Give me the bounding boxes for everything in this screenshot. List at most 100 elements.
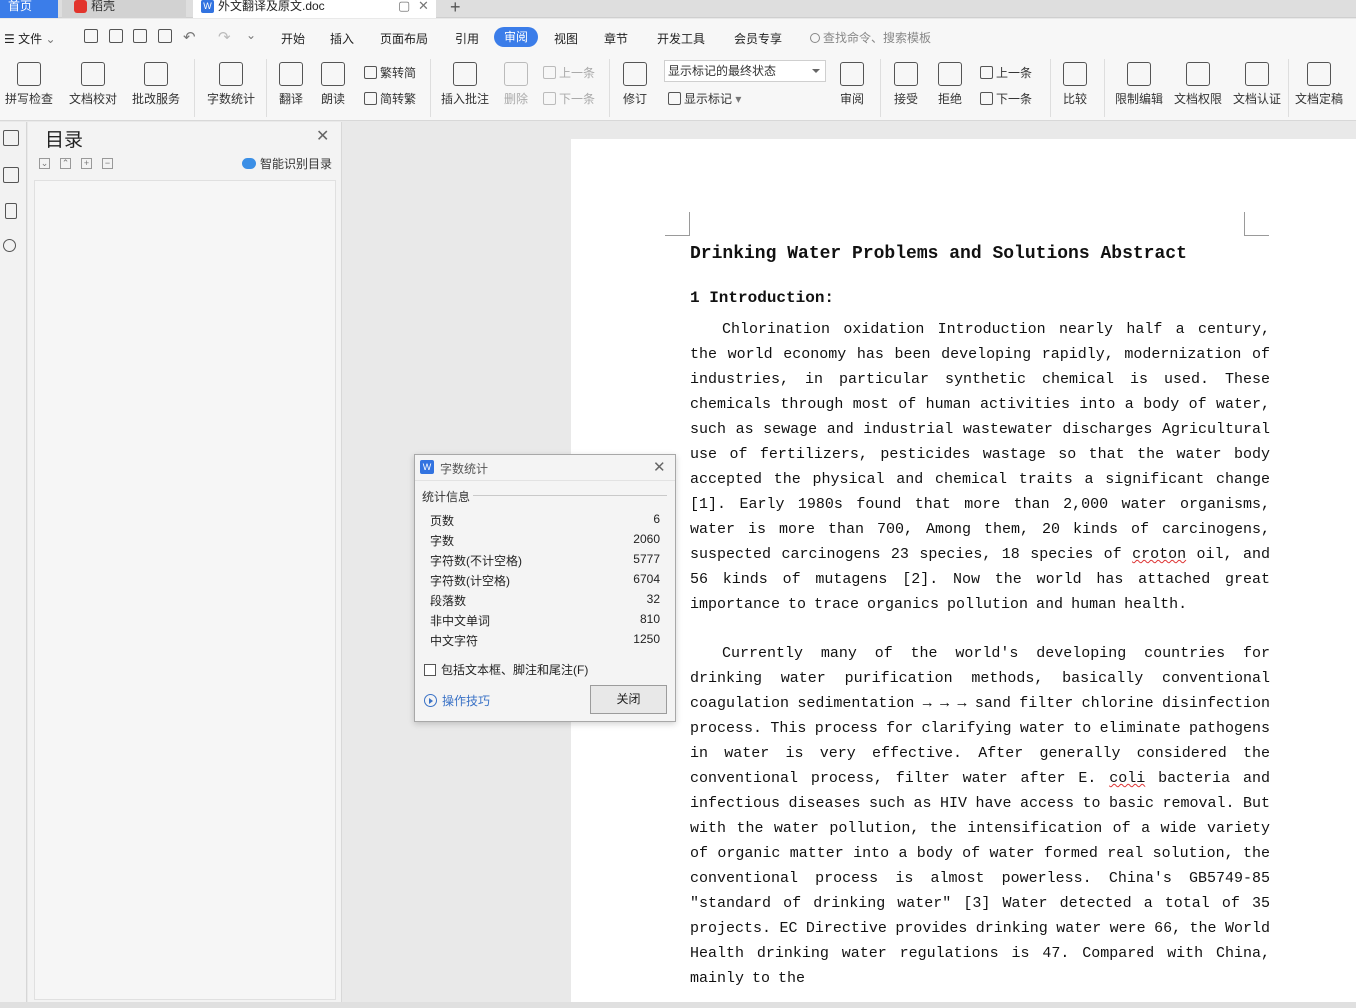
close-icon[interactable]: ✕ [653, 458, 666, 476]
print-icon[interactable] [133, 29, 147, 43]
doc-proof-label: 文档校对 [68, 92, 117, 106]
menu-page-layout[interactable]: 页面布局 [380, 30, 428, 47]
read-aloud-button[interactable]: 朗读 [316, 55, 350, 121]
checkbox-icon [424, 664, 436, 676]
include-textbox-checkbox[interactable]: 包括文本框、脚注和尾注(F) [424, 661, 588, 678]
chapter-nav-icon[interactable] [3, 167, 19, 183]
tab-home[interactable]: 首页 [0, 0, 58, 18]
track-changes-label: 修订 [622, 92, 647, 106]
toc-view-icon[interactable] [3, 130, 19, 146]
undo-icon[interactable]: ↶ [183, 28, 196, 46]
ribbon-separator [1050, 59, 1051, 117]
menu-developer[interactable]: 开发工具 [657, 30, 705, 47]
restrict-edit-label: 限制编辑 [1114, 92, 1163, 106]
next-change-button[interactable]: 下一条 [980, 90, 1032, 107]
doc-finalize-label: 文档定稿 [1294, 92, 1343, 106]
expand-all-icon[interactable]: ⌄ [39, 158, 50, 169]
export-pdf-icon[interactable] [109, 29, 123, 43]
menu-view[interactable]: 视图 [554, 30, 578, 47]
play-circle-icon [424, 694, 437, 707]
doc-certify-button[interactable]: 文档认证 [1231, 55, 1283, 121]
menu-start[interactable]: 开始 [281, 30, 305, 47]
bookmark-icon[interactable] [5, 203, 17, 219]
paragraph-text: bacteria and infectious diseases such as… [690, 770, 1270, 987]
stat-row: 字数 2060 [430, 528, 660, 548]
pin-tab-icon[interactable]: ▢ [398, 0, 410, 12]
accept-label: 接受 [893, 92, 918, 106]
print-preview-icon[interactable] [158, 29, 172, 43]
compare-button[interactable]: 比较 [1057, 55, 1093, 121]
menu-references[interactable]: 引用 [455, 30, 479, 47]
stat-row: 中文字符 1250 [430, 628, 660, 648]
menu-insert[interactable]: 插入 [330, 30, 354, 47]
tips-link[interactable]: 操作技巧 [424, 692, 490, 709]
spelling-error: coli [1109, 770, 1146, 787]
command-search[interactable]: 查找命令、搜索模板 [810, 29, 931, 46]
status-bar [0, 1002, 1356, 1008]
show-markup-button[interactable]: 显示标记 ▾ [668, 90, 741, 107]
redo-icon[interactable]: ↷ [218, 28, 231, 46]
doc-permission-button[interactable]: 文档权限 [1172, 55, 1224, 121]
dialog-title-bar[interactable]: W 字数统计 ✕ [415, 455, 675, 481]
doc-proof-button[interactable]: 文档校对 [66, 55, 120, 121]
simp-to-trad-button[interactable]: 简转繁 [364, 90, 416, 107]
document-page[interactable]: Drinking Water Problems and Solutions Ab… [571, 139, 1356, 1008]
save-icon[interactable] [84, 29, 98, 43]
next-comment-button[interactable]: 下一条 [543, 90, 595, 107]
menu-member[interactable]: 会员专享 [734, 30, 782, 47]
review-ribbon: 拼写检查 文档校对 批改服务 字数统计 翻译 朗读 繁转简 简转繁 插入批注 删… [0, 55, 1356, 121]
tab-document-label: 外文翻译及原文.doc [218, 0, 325, 13]
insert-comment-icon [453, 62, 477, 86]
search-icon [810, 33, 820, 43]
menu-review[interactable]: 审阅 [494, 27, 538, 47]
translate-button[interactable]: 翻译 [272, 55, 310, 121]
doc-finalize-button[interactable]: 文档定稿 [1293, 55, 1345, 121]
review-pane-icon [840, 62, 864, 86]
stat-label: 中文字符 [430, 634, 479, 648]
accept-button[interactable]: 接受 [888, 55, 924, 121]
trad-to-simp-label: 繁转简 [380, 66, 417, 80]
markup-mode-select[interactable]: 显示标记的最终状态 [664, 60, 826, 82]
new-tab-icon[interactable]: + [450, 0, 461, 18]
quick-access-dropdown-icon[interactable]: ⌄ [246, 28, 256, 42]
add-level-icon[interactable]: + [81, 158, 92, 169]
smart-toc-button[interactable]: 智能识别目录 [242, 155, 332, 172]
dialog-title: 字数统计 [440, 462, 489, 476]
insert-comment-button[interactable]: 插入批注 [438, 55, 492, 121]
prev-change-label: 上一条 [996, 66, 1033, 80]
read-aloud-label: 朗读 [320, 92, 345, 106]
review-service-button[interactable]: 批改服务 [126, 55, 186, 121]
track-changes-button[interactable]: 修订 [616, 55, 654, 121]
trad-to-simp-button[interactable]: 繁转简 [364, 64, 416, 81]
review-pane-button[interactable]: 审阅 [832, 55, 872, 121]
stats-group-label: 统计信息 [422, 490, 471, 504]
stat-row: 页数 6 [430, 508, 660, 528]
collapse-all-icon[interactable]: ⌃ [60, 158, 71, 169]
prev-change-button[interactable]: 上一条 [980, 64, 1032, 81]
delete-comment-button[interactable]: 删除 [498, 55, 534, 121]
restrict-edit-button[interactable]: 限制编辑 [1113, 55, 1165, 121]
close-tab-icon[interactable]: ✕ [418, 0, 429, 12]
close-icon[interactable]: ✕ [316, 126, 329, 146]
accept-icon [894, 62, 918, 86]
prev-comment-button[interactable]: 上一条 [543, 64, 595, 81]
close-button[interactable]: 关闭 [590, 685, 667, 714]
file-menu[interactable]: ☰ 文件 ⌄ [4, 30, 56, 47]
stat-value: 6704 [633, 572, 660, 586]
document-title: Drinking Water Problems and Solutions Ab… [690, 244, 1187, 264]
search-icon[interactable] [3, 239, 16, 252]
paragraph-text: Currently many of the world's developing… [690, 645, 1270, 787]
tab-docer[interactable]: 稻壳 [62, 0, 186, 18]
reject-button[interactable]: 拒绝 [932, 55, 968, 121]
spell-check-button[interactable]: 拼写检查 [0, 55, 58, 121]
doc-permission-label: 文档权限 [1173, 92, 1222, 106]
word-count-button[interactable]: 字数统计 [204, 55, 258, 121]
compare-label: 比较 [1062, 92, 1087, 106]
menu-section[interactable]: 章节 [604, 30, 628, 47]
track-changes-icon [623, 62, 647, 86]
paragraph: Chlorination oxidation Introduction near… [690, 317, 1270, 617]
stat-row: 非中文单词 810 [430, 608, 660, 628]
review-pane-label: 审阅 [839, 92, 864, 106]
compare-icon [1063, 62, 1087, 86]
remove-level-icon[interactable]: − [102, 158, 113, 169]
